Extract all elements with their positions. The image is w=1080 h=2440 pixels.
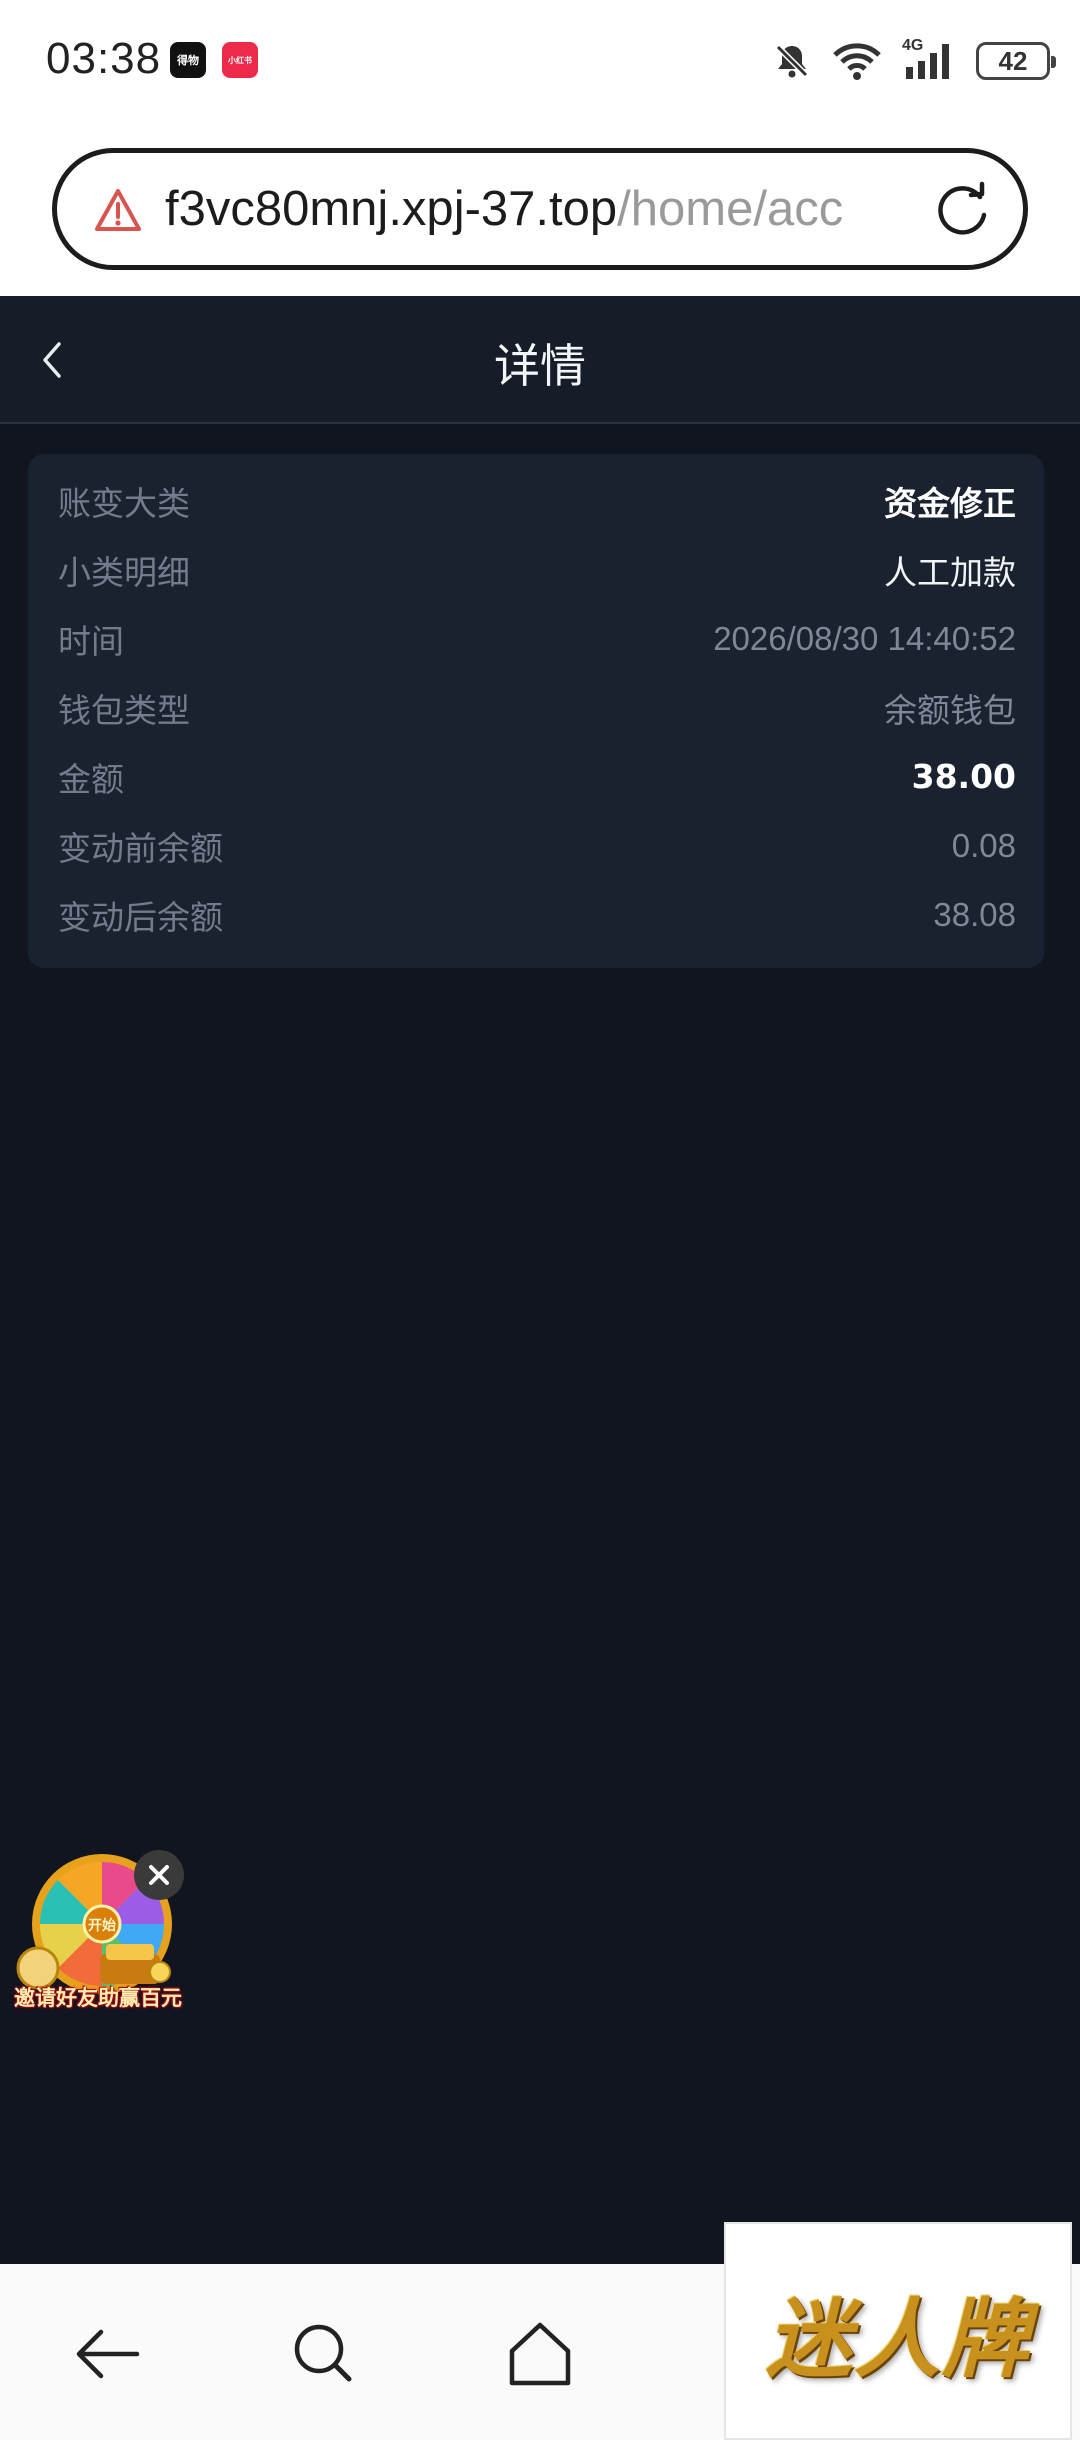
row-value: 资金修正 [884,483,1016,523]
detail-card: 账变大类 资金修正 小类明细 人工加款 时间 2026/08/30 14:40:… [28,454,1044,968]
browser-toolbar: f3vc80mnj.xpj-37.top/home/acc [0,130,1080,296]
address-bar[interactable]: f3vc80mnj.xpj-37.top/home/acc [52,148,1028,270]
status-time: 03:38 [46,34,162,83]
row-value: 2026/08/30 14:40:52 [713,619,1016,657]
row-label: 变动后余额 [58,897,223,937]
search-icon [294,2324,352,2382]
battery-indicator: 42 [976,42,1056,80]
arrow-left-icon [76,2329,140,2379]
row-value: 0.08 [951,826,1016,864]
detail-row-wallet-type: 钱包类型 余额钱包 [58,673,1016,742]
wheel-center-label: 开始 [88,1917,116,1934]
url-text[interactable]: f3vc80mnj.xpj-37.top/home/acc [165,181,937,241]
detail-row-subcategory: 小类明细 人工加款 [58,535,1016,604]
nav-back-button[interactable] [68,2314,148,2394]
watermark-logo: 迷人牌 [724,2222,1072,2440]
detail-row-category: 账变大类 资金修正 [58,466,1016,535]
reload-icon[interactable] [931,181,993,243]
row-value: 人工加款 [884,552,1016,592]
bell-muted-icon [775,44,809,78]
nav-home-button[interactable] [500,2314,580,2394]
detail-row-balance-before: 变动前余额 0.08 [58,811,1016,880]
row-label: 变动前余额 [58,828,223,868]
promo-close-button[interactable] [134,1850,184,1900]
app-header: 详情 [0,296,1080,424]
dewu-app-icon: 得物 [170,42,206,78]
wifi-icon [833,43,881,80]
row-label: 金额 [58,759,124,799]
row-label: 时间 [58,621,124,661]
promo-label[interactable]: 邀请好友助赢百元 [14,1982,188,2012]
close-icon [149,1865,169,1885]
row-value: 余额钱包 [884,690,1016,730]
page-title: 详情 [494,339,586,393]
home-icon [509,2322,571,2386]
xiaohongshu-app-icon: 小红书 [222,42,258,78]
cellular-signal-icon: 4G [902,37,956,81]
url-host: f3vc80mnj.xpj-37.top [165,182,618,236]
row-label: 钱包类型 [58,690,190,730]
detail-row-amount: 金额 38.00 [58,742,1016,811]
warning-icon[interactable] [93,187,143,233]
url-path: /home/acc [617,182,844,236]
detail-row-time: 时间 2026/08/30 14:40:52 [58,604,1016,673]
row-value: 38.08 [933,895,1016,933]
row-value: 38.00 [911,757,1016,796]
watermark-logo-text: 迷人牌 [766,2288,1030,2390]
row-label: 账变大类 [58,483,190,523]
status-bar: 03:38 得物 小红书 4G 42 [0,0,1080,130]
row-label: 小类明细 [58,552,190,592]
status-icons: 4G 42 [772,37,1056,84]
detail-row-balance-after: 变动后余额 38.08 [58,880,1016,949]
nav-search-button[interactable] [284,2314,364,2394]
